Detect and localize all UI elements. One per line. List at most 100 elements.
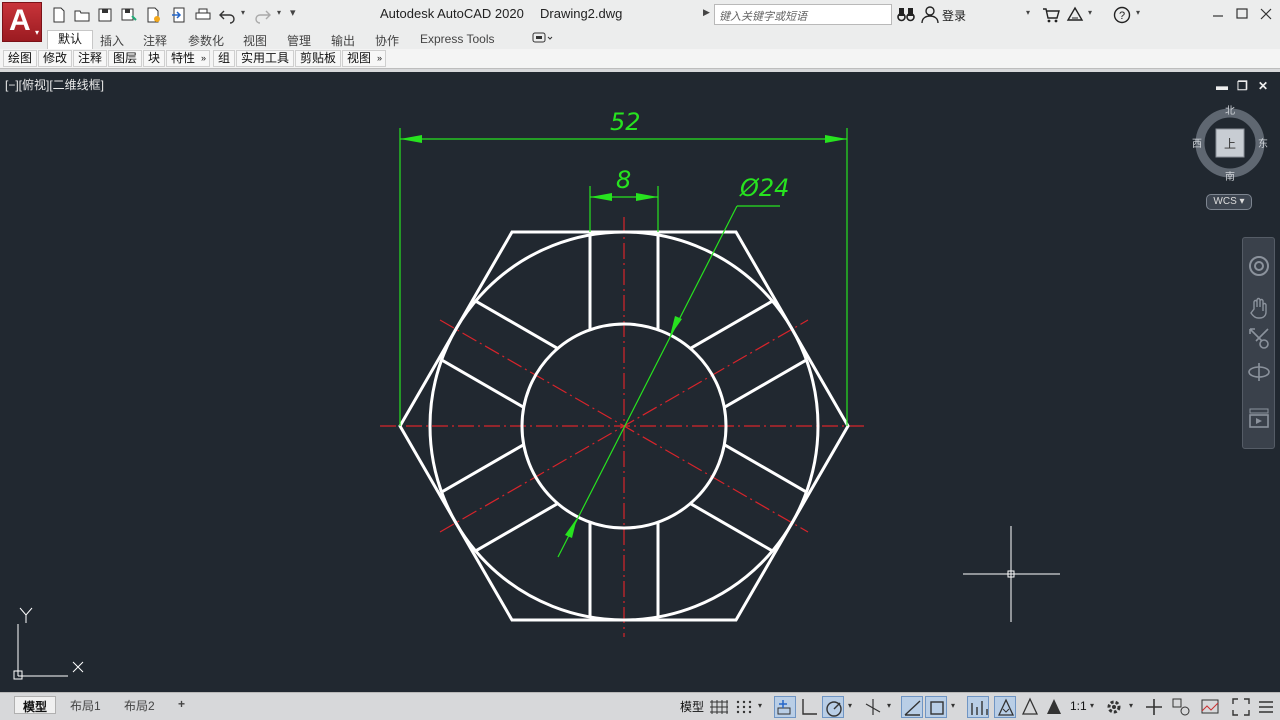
panel-view[interactable]: 视图 » bbox=[342, 50, 387, 67]
plot-import-icon[interactable] bbox=[170, 6, 188, 24]
compass-south: 南 bbox=[1225, 170, 1235, 183]
binoculars-search-icon[interactable] bbox=[897, 6, 915, 25]
panel-block[interactable]: 块 bbox=[143, 50, 166, 67]
dim-slot-text: 8 bbox=[616, 166, 631, 194]
tab-layout1[interactable]: 布局1 bbox=[62, 696, 109, 714]
chevron-down-icon: ▾ bbox=[34, 28, 39, 37]
shopping-cart-icon[interactable] bbox=[1042, 6, 1060, 24]
add-icon[interactable] bbox=[1143, 696, 1165, 718]
panel-draw[interactable]: 绘图 bbox=[3, 50, 38, 67]
status-bar: 模型 布局1 布局2 + 模型 ▾ ▾ ▾ ▾ 1:1 ▾ ▾ bbox=[0, 692, 1280, 720]
tab-output[interactable]: 输出 bbox=[331, 32, 355, 49]
tab-collaborate[interactable]: 协作 bbox=[375, 32, 399, 49]
ribbon-tab-bar: 默认 插入 注释 参数化 视图 管理 输出 协作 Express Tools bbox=[0, 30, 1280, 49]
zoom-extents-icon[interactable] bbox=[1247, 326, 1271, 350]
panel-properties-label: 特性 bbox=[171, 51, 196, 65]
user-icon[interactable] bbox=[921, 6, 939, 26]
viewcube-top-face: 上 bbox=[1224, 137, 1236, 151]
steering-wheel-icon[interactable] bbox=[1247, 254, 1271, 278]
polar-tracking-icon[interactable] bbox=[822, 696, 844, 718]
dim-overall-text: 52 bbox=[610, 108, 641, 136]
radial-slot bbox=[690, 299, 809, 409]
isodraft-dropdown-icon[interactable]: ▾ bbox=[887, 701, 891, 710]
autodesk-app-icon[interactable] bbox=[1066, 6, 1084, 24]
compass-east: 东 bbox=[1258, 137, 1268, 150]
panel-properties[interactable]: 特性 » bbox=[166, 50, 211, 67]
osnap-dropdown-icon[interactable]: ▾ bbox=[951, 701, 955, 710]
snap-mode-icon[interactable] bbox=[733, 696, 755, 718]
maximize-icon[interactable] bbox=[1230, 4, 1254, 24]
showmotion-icon[interactable] bbox=[1247, 406, 1271, 430]
polar-dropdown-icon[interactable]: ▾ bbox=[848, 701, 852, 710]
object-snap-icon[interactable] bbox=[925, 696, 947, 718]
minimize-icon[interactable] bbox=[1206, 4, 1230, 24]
svg-text:?: ? bbox=[1119, 10, 1125, 22]
panel-groups[interactable]: 组 bbox=[213, 50, 236, 67]
ribbon-panel-bar: 绘图 修改 注释 图层 块 特性 » 组 实用工具 剪贴板 视图 » bbox=[0, 49, 1280, 69]
panel-utilities[interactable]: 实用工具 bbox=[236, 50, 295, 67]
panel-view-label: 视图 bbox=[347, 51, 372, 65]
model-space-toggle[interactable]: 模型 bbox=[680, 698, 704, 715]
redo-icon[interactable] bbox=[254, 6, 272, 24]
isodraft-icon[interactable] bbox=[862, 696, 884, 718]
panel-clipboard[interactable]: 剪贴板 bbox=[295, 50, 342, 67]
pan-hand-icon[interactable] bbox=[1247, 296, 1271, 320]
search-input[interactable]: 键入关键字或短语 bbox=[714, 4, 892, 25]
tab-view[interactable]: 视图 bbox=[243, 32, 267, 49]
annotation-scale-icon[interactable] bbox=[1019, 696, 1041, 718]
save-icon[interactable] bbox=[96, 6, 114, 24]
workspace-gear-icon[interactable] bbox=[1103, 696, 1125, 718]
navigation-bar bbox=[1242, 237, 1275, 449]
customize-qat-icon[interactable]: ▾ bbox=[290, 6, 296, 19]
tab-insert[interactable]: 插入 bbox=[100, 32, 124, 49]
customization-menu-icon[interactable] bbox=[1255, 696, 1277, 718]
app-dropdown-icon[interactable]: ▾ bbox=[1088, 8, 1092, 17]
panel-layers[interactable]: 图层 bbox=[108, 50, 143, 67]
close-icon[interactable] bbox=[1254, 4, 1278, 24]
publish-icon[interactable] bbox=[144, 6, 162, 24]
tab-annotate[interactable]: 注释 bbox=[143, 32, 167, 49]
panel-modify[interactable]: 修改 bbox=[38, 50, 73, 67]
wcs-menu-button[interactable]: WCS ▾ bbox=[1206, 194, 1252, 210]
login-label[interactable]: 登录 bbox=[942, 7, 966, 24]
annotation-objects-icon[interactable] bbox=[1043, 696, 1065, 718]
object-snap-tracking-icon[interactable] bbox=[901, 696, 923, 718]
autoscale-icon[interactable] bbox=[994, 696, 1016, 718]
annotation-visibility-icon[interactable] bbox=[967, 696, 989, 718]
search-expand-icon[interactable]: ▶ bbox=[703, 8, 710, 18]
undo-dropdown-icon[interactable]: ▾ bbox=[241, 8, 245, 17]
undo-icon[interactable] bbox=[218, 6, 236, 24]
tab-parametric[interactable]: 参数化 bbox=[188, 32, 224, 49]
new-file-icon[interactable] bbox=[50, 6, 68, 24]
redo-dropdown-icon[interactable]: ▾ bbox=[277, 8, 281, 17]
tab-manage[interactable]: 管理 bbox=[287, 32, 311, 49]
workspace-dropdown-icon[interactable]: ▾ bbox=[1129, 701, 1133, 710]
ortho-mode-icon[interactable] bbox=[798, 696, 820, 718]
open-folder-icon[interactable] bbox=[73, 6, 91, 24]
login-dropdown-icon[interactable]: ▾ bbox=[1026, 8, 1030, 17]
tab-express-tools[interactable]: Express Tools bbox=[420, 32, 494, 46]
viewcube[interactable]: 上 北 南 东 西 bbox=[1192, 105, 1268, 183]
tab-model[interactable]: 模型 bbox=[14, 696, 57, 714]
clean-screen-icon[interactable] bbox=[1230, 696, 1252, 718]
scale-dropdown-icon[interactable]: ▾ bbox=[1090, 701, 1094, 710]
print-icon[interactable] bbox=[194, 6, 212, 24]
orbit-icon[interactable] bbox=[1247, 360, 1271, 384]
diameter-leader bbox=[557, 205, 738, 558]
graphics-performance-icon[interactable] bbox=[1199, 696, 1221, 718]
snap-dropdown-icon[interactable]: ▾ bbox=[758, 701, 762, 710]
help-icon[interactable]: ? bbox=[1113, 6, 1131, 24]
tab-home[interactable]: 默认 bbox=[47, 30, 94, 49]
scale-label[interactable]: 1:1 bbox=[1070, 699, 1087, 713]
tab-layout2[interactable]: 布局2 bbox=[116, 696, 163, 714]
help-dropdown-icon[interactable]: ▾ bbox=[1136, 8, 1140, 17]
dynamic-input-icon[interactable] bbox=[774, 696, 796, 718]
application-menu-button[interactable]: A ▾ bbox=[2, 2, 42, 42]
ribbon-minimize-icon[interactable] bbox=[532, 31, 554, 48]
save-as-icon[interactable] bbox=[120, 6, 138, 24]
add-layout-button[interactable]: + bbox=[170, 696, 193, 714]
grid-icon[interactable] bbox=[708, 696, 730, 718]
isolate-objects-icon[interactable] bbox=[1170, 696, 1192, 718]
panel-annotation[interactable]: 注释 bbox=[73, 50, 108, 67]
drawing-canvas[interactable]: [−][俯视][二维线框] ▬ ❐ ✕ 52 8 Ø24 上 北 南 东 西 W… bbox=[0, 72, 1280, 692]
